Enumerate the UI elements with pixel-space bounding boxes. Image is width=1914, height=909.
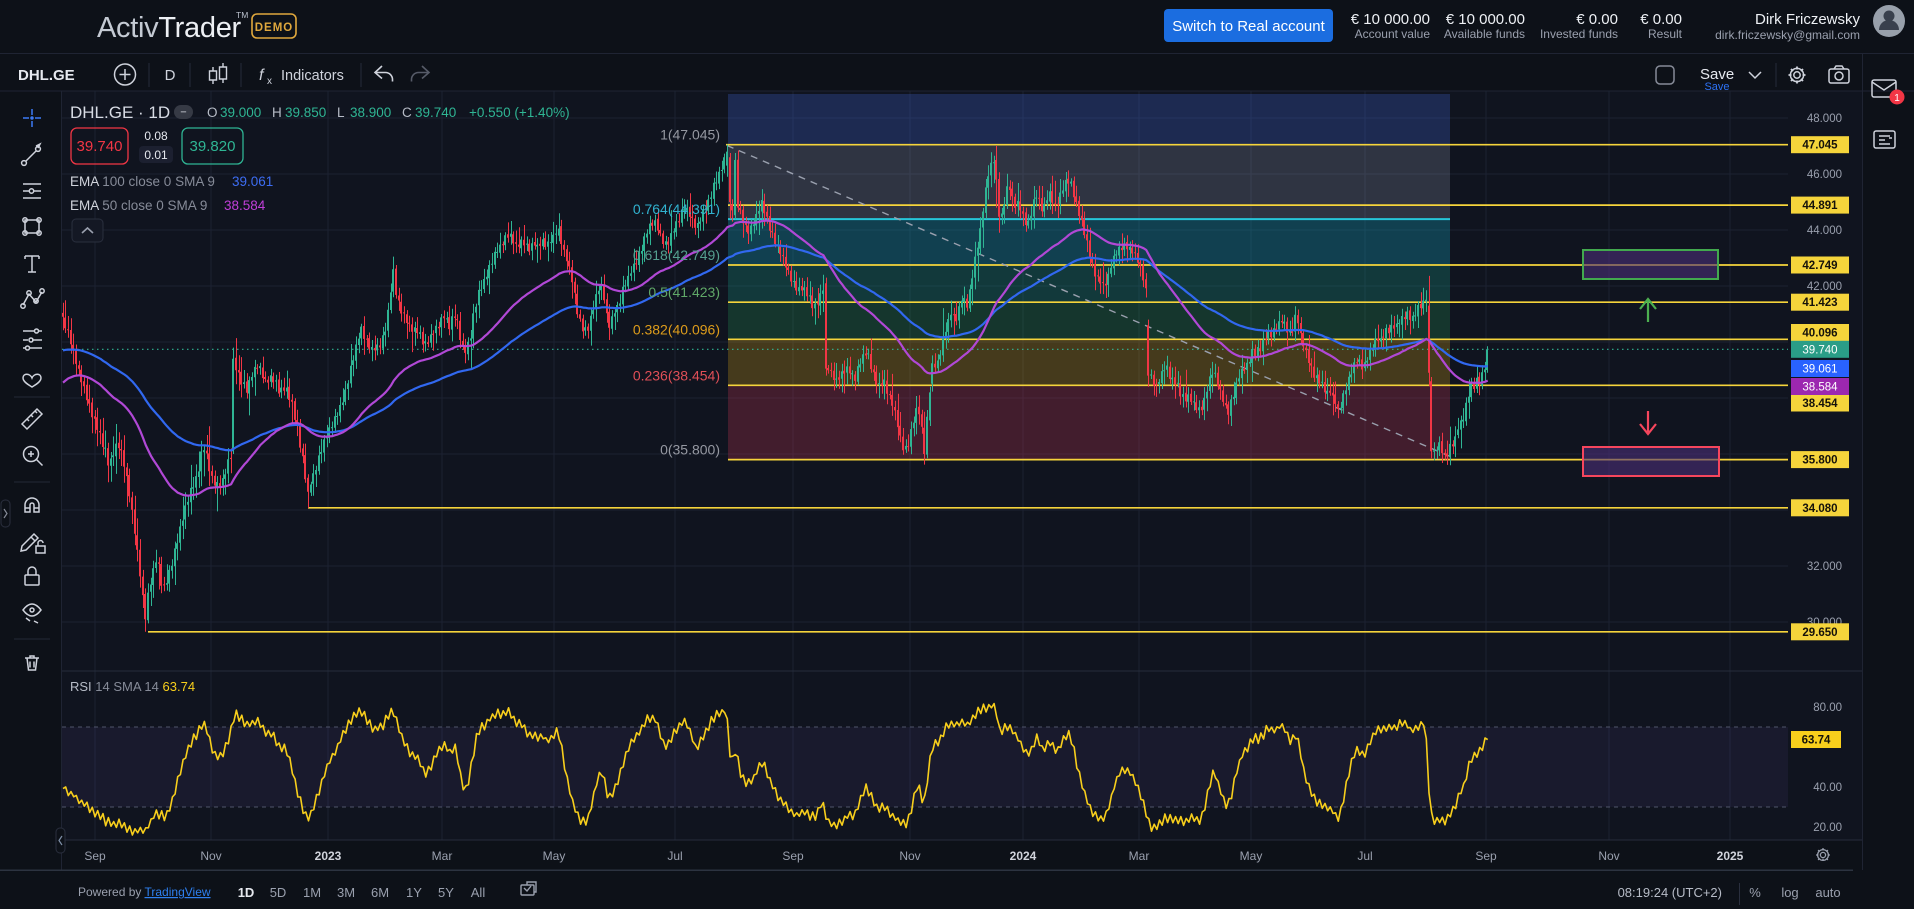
svg-text:D: D [165, 67, 176, 84]
svg-text:38.454: 38.454 [1802, 398, 1838, 410]
svg-text:Nov: Nov [899, 849, 920, 863]
svg-text:0(35.800): 0(35.800) [660, 442, 720, 458]
svg-text:H: H [272, 105, 282, 120]
svg-text:Powered by TradingView: Powered by TradingView [78, 885, 211, 899]
svg-text:2023: 2023 [315, 849, 342, 863]
svg-text:log: log [1781, 885, 1798, 900]
svg-text:80.00: 80.00 [1813, 702, 1842, 714]
svg-text:+0.550 (+1.40%): +0.550 (+1.40%) [469, 105, 570, 120]
svg-text:0.382(40.096): 0.382(40.096) [633, 321, 720, 337]
svg-text:Indicators: Indicators [281, 68, 344, 84]
svg-text:2024: 2024 [1010, 849, 1037, 863]
svg-text:All: All [471, 885, 486, 900]
svg-text:€ 0.00: € 0.00 [1640, 11, 1682, 28]
svg-text:RSI 14 SMA 14 63.74: RSI 14 SMA 14 63.74 [70, 679, 195, 694]
svg-text:Switch to Real account: Switch to Real account [1172, 18, 1325, 35]
svg-text:39.740: 39.740 [77, 138, 123, 155]
svg-text:TM: TM [236, 10, 248, 20]
svg-text:39.000: 39.000 [220, 105, 261, 120]
svg-text:2025: 2025 [1717, 849, 1744, 863]
svg-text:44.000: 44.000 [1807, 225, 1842, 237]
svg-text:dirk.friczewsky@gmail.com: dirk.friczewsky@gmail.com [1715, 28, 1860, 42]
svg-text:39.820: 39.820 [190, 138, 236, 155]
svg-text:38.584: 38.584 [1802, 382, 1838, 394]
svg-text:Sep: Sep [84, 849, 106, 863]
svg-text:1D: 1D [238, 885, 255, 900]
svg-text:42.749: 42.749 [1802, 260, 1837, 272]
svg-text:Nov: Nov [1598, 849, 1619, 863]
svg-text:1M: 1M [303, 885, 321, 900]
svg-text:40.096: 40.096 [1802, 328, 1837, 340]
svg-text:Jul: Jul [667, 849, 682, 863]
svg-text:DEMO: DEMO [255, 22, 294, 34]
svg-text:1Y: 1Y [406, 885, 422, 900]
svg-text:May: May [1240, 849, 1263, 863]
svg-text:46.000: 46.000 [1807, 169, 1842, 181]
svg-text:Nov: Nov [200, 849, 221, 863]
svg-text:35.800: 35.800 [1802, 455, 1837, 467]
svg-text:€ 10 000.00: € 10 000.00 [1446, 11, 1525, 28]
svg-text:32.000: 32.000 [1807, 561, 1842, 573]
svg-text:0.08: 0.08 [144, 129, 168, 143]
svg-text:39.740: 39.740 [415, 105, 456, 120]
svg-text:5Y: 5Y [438, 885, 454, 900]
svg-text:EMA 100 close 0 SMA 9: EMA 100 close 0 SMA 9 [70, 174, 215, 189]
svg-text:May: May [543, 849, 566, 863]
svg-text:DHL.GE · 1D: DHL.GE · 1D [70, 103, 170, 122]
svg-text:1: 1 [1894, 93, 1900, 104]
svg-text:C: C [402, 105, 412, 120]
svg-text:ActivTrader: ActivTrader [97, 12, 242, 44]
svg-text:40.00: 40.00 [1813, 782, 1842, 794]
svg-text:€ 10 000.00: € 10 000.00 [1351, 11, 1430, 28]
svg-text:EMA 50 close 0 SMA 9: EMA 50 close 0 SMA 9 [70, 198, 207, 213]
svg-text:Invested funds: Invested funds [1540, 27, 1618, 41]
svg-text:41.423: 41.423 [1802, 297, 1837, 309]
svg-text:6M: 6M [371, 885, 389, 900]
svg-text:0.236(38.454): 0.236(38.454) [633, 367, 720, 383]
svg-text:€ 0.00: € 0.00 [1576, 11, 1618, 28]
svg-text:Mar: Mar [432, 849, 453, 863]
svg-text:39.061: 39.061 [232, 174, 273, 189]
svg-text:39.061: 39.061 [1802, 364, 1837, 376]
svg-text:3M: 3M [337, 885, 355, 900]
svg-text:48.000: 48.000 [1807, 113, 1842, 125]
svg-text:0.618(42.749): 0.618(42.749) [633, 247, 720, 263]
svg-text:5D: 5D [270, 885, 287, 900]
svg-text:Result: Result [1648, 27, 1683, 41]
svg-text:39.850: 39.850 [285, 105, 326, 120]
svg-text:DHL.GE: DHL.GE [18, 67, 75, 84]
svg-text:Mar: Mar [1129, 849, 1150, 863]
svg-text:0.764(44.391): 0.764(44.391) [633, 201, 720, 217]
svg-text:1(47.045): 1(47.045) [660, 127, 720, 143]
svg-text:20.00: 20.00 [1813, 822, 1842, 834]
svg-text:29.650: 29.650 [1802, 627, 1837, 639]
svg-text:42.000: 42.000 [1807, 281, 1842, 293]
svg-text:08:19:24 (UTC+2): 08:19:24 (UTC+2) [1618, 885, 1722, 900]
svg-text:%: % [1749, 885, 1761, 900]
svg-text:44.891: 44.891 [1802, 200, 1838, 212]
svg-text:38.900: 38.900 [350, 105, 391, 120]
svg-text:Account value: Account value [1355, 27, 1431, 41]
svg-text:39.740: 39.740 [1802, 344, 1837, 356]
svg-text:38.584: 38.584 [224, 198, 266, 213]
svg-text:L: L [337, 105, 345, 120]
svg-text:63.74: 63.74 [1802, 735, 1831, 747]
svg-text:x: x [267, 76, 272, 87]
svg-text:Jul: Jul [1357, 849, 1372, 863]
svg-text:Available funds: Available funds [1444, 27, 1525, 41]
svg-text:O: O [207, 105, 218, 120]
svg-text:Dirk Friczewsky: Dirk Friczewsky [1755, 11, 1860, 28]
svg-text:−: − [180, 107, 186, 119]
svg-text:0.5(41.423): 0.5(41.423) [648, 284, 720, 300]
svg-text:Sep: Sep [1475, 849, 1497, 863]
svg-text:0.01: 0.01 [144, 148, 168, 162]
svg-text:auto: auto [1815, 885, 1840, 900]
svg-text:34.080: 34.080 [1802, 503, 1837, 515]
svg-text:Sep: Sep [782, 849, 804, 863]
svg-text:47.045: 47.045 [1802, 140, 1838, 152]
